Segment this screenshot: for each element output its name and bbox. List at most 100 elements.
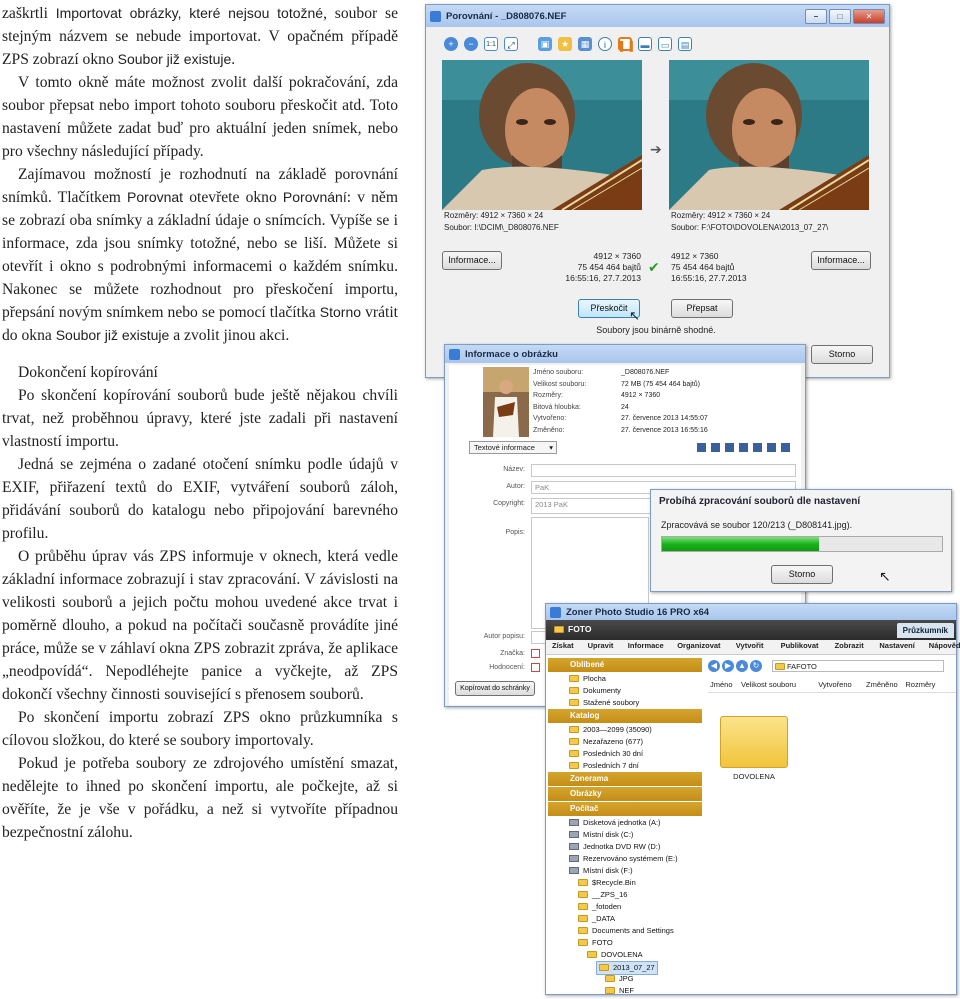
location-input[interactable]: FAFOTO: [772, 660, 944, 672]
cancel-button[interactable]: Storno: [811, 345, 873, 364]
refresh-icon[interactable]: ↻: [750, 660, 762, 672]
layout-single-icon[interactable]: ▭: [658, 37, 672, 51]
column-header[interactable]: Vytvořeno: [818, 680, 852, 689]
tree-item[interactable]: Plocha: [569, 673, 606, 685]
info-icon[interactable]: i: [598, 37, 612, 51]
layout-top-icon[interactable]: ▬: [638, 37, 652, 51]
info-button-right[interactable]: Informace...: [811, 251, 871, 270]
folder-icon[interactable]: ▦: [578, 37, 592, 51]
up-icon[interactable]: ▲: [736, 660, 748, 672]
text-run: : v něm se zobrazí oba snímky a základní…: [2, 189, 398, 321]
menu-item[interactable]: Organizovat: [677, 641, 720, 650]
menu-item[interactable]: Nastavení: [879, 641, 914, 650]
tree-item[interactable]: Posledních 7 dní: [569, 760, 639, 772]
tab-explorer[interactable]: Průzkumník: [896, 623, 954, 638]
tree-section-label: Obrázky: [570, 789, 602, 798]
tree-section[interactable]: Obrázky: [548, 787, 702, 801]
info-button-left[interactable]: Informace...: [442, 251, 502, 270]
tool-icon[interactable]: [781, 443, 790, 452]
tree-item-label: Documents and Settings: [592, 926, 674, 935]
menu-item[interactable]: Nápověda: [929, 641, 960, 650]
menu-item[interactable]: Upravit: [588, 641, 614, 650]
drive-icon: [569, 819, 579, 826]
column-header[interactable]: Jméno: [710, 680, 733, 689]
tree-item[interactable]: Nezařazeno (677): [569, 736, 643, 748]
info-dropdown[interactable]: Textové informace ▾: [469, 441, 557, 454]
fit-icon[interactable]: ⤢: [504, 37, 518, 51]
mark-checkbox[interactable]: [531, 649, 540, 658]
tree-item[interactable]: Posledních 30 dní: [569, 748, 643, 760]
overwrite-button[interactable]: Přepsat: [671, 299, 733, 318]
tool-icon[interactable]: [767, 443, 776, 452]
tree-item[interactable]: _DATA: [578, 913, 615, 925]
tree-section[interactable]: Počítač: [548, 802, 702, 816]
copy-clipboard-button[interactable]: Kopírovat do schránky: [455, 681, 535, 696]
tree-item-label: DOVOLENA: [601, 950, 643, 959]
tree-item[interactable]: Místní disk (F:): [569, 865, 633, 877]
right-photo[interactable]: [669, 60, 869, 210]
folder-thumbnail[interactable]: DOVOLENA: [716, 708, 792, 784]
tool-icon[interactable]: [725, 443, 734, 452]
menu-item[interactable]: Zobrazit: [835, 641, 864, 650]
tree-item[interactable]: Jednotka DVD RW (D:): [569, 841, 660, 853]
zoom-actual-icon[interactable]: 1:1: [484, 37, 498, 51]
back-icon[interactable]: ◀: [708, 660, 720, 672]
tree-item[interactable]: Rezervováno systémem (E:): [569, 853, 678, 865]
star-icon[interactable]: ★: [558, 37, 572, 51]
info-row-label: Rozměry:: [533, 392, 563, 399]
minimize-icon[interactable]: –: [805, 8, 827, 24]
tree-item[interactable]: DOVOLENA: [587, 949, 643, 961]
tool-icon[interactable]: [697, 443, 706, 452]
tree-item[interactable]: Documents and Settings: [578, 925, 674, 937]
tree-section-label: Katalog: [570, 711, 600, 720]
left-photo[interactable]: [442, 60, 642, 210]
close-icon[interactable]: ✕: [853, 8, 885, 24]
tree-item[interactable]: JPG: [605, 973, 634, 985]
menu-item[interactable]: Publikovat: [781, 641, 819, 650]
tree-item[interactable]: 2003—2099 (35090): [569, 724, 652, 736]
zoom-in-icon[interactable]: +: [444, 37, 458, 51]
zps-title: Zoner Photo Studio 16 PRO x64: [566, 606, 710, 618]
column-headers: Jméno Velikost souboru Vytvořeno Změněno Roz…: [708, 679, 956, 693]
tree-item-label: _DATA: [592, 914, 616, 923]
maximize-icon[interactable]: □: [829, 8, 851, 24]
tree-item[interactable]: Místní disk (C:): [569, 829, 633, 841]
name-field[interactable]: [531, 464, 796, 477]
layout-alt-icon[interactable]: ▤: [678, 37, 692, 51]
rating-checkbox[interactable]: [531, 663, 540, 672]
folder-icon: [578, 891, 588, 898]
menu-item[interactable]: Vytvořit: [736, 641, 764, 650]
menu-item[interactable]: Informace: [628, 641, 664, 650]
tree-item[interactable]: _fotoden: [578, 901, 621, 913]
folder-icon: [775, 663, 785, 670]
tree-section[interactable]: Katalog: [548, 709, 702, 723]
menu-item[interactable]: Získat: [552, 641, 574, 650]
layout-side-icon[interactable]: ▌▐: [618, 37, 633, 51]
column-header[interactable]: Rozměry: [905, 680, 935, 689]
tree-item[interactable]: Dokumenty: [569, 685, 621, 697]
tree-item[interactable]: Stažené soubory: [569, 697, 639, 709]
tool-icon[interactable]: [711, 443, 720, 452]
folder-icon: [569, 726, 579, 733]
tree-item[interactable]: $Recycle.Bin: [578, 877, 636, 889]
info-row-value: 24: [621, 403, 629, 411]
progress-cancel-button[interactable]: Storno: [771, 565, 833, 584]
tree-item[interactable]: NEF: [605, 985, 634, 994]
checkmark-icon: ✔: [648, 259, 660, 275]
image-icon[interactable]: ▣: [538, 37, 552, 51]
tree-item[interactable]: __ZPS_16: [578, 889, 627, 901]
tree-item[interactable]: Disketová jednotka (A:): [569, 817, 661, 829]
drive-icon: [569, 867, 579, 874]
tool-icon[interactable]: [753, 443, 762, 452]
forward-icon[interactable]: ▶: [722, 660, 734, 672]
portrait-photo-icon: [442, 60, 642, 210]
tree-item[interactable]: FOTO: [578, 937, 613, 949]
tree-item-label: Místní disk (F:): [583, 866, 633, 875]
column-header[interactable]: Velikost souboru: [741, 680, 796, 689]
zoom-out-icon[interactable]: −: [464, 37, 478, 51]
tree-section[interactable]: Oblíbené: [548, 658, 702, 672]
folder-icon: [605, 987, 615, 994]
tree-section[interactable]: Zonerama: [548, 772, 702, 786]
column-header[interactable]: Změněno: [866, 680, 898, 689]
tool-icon[interactable]: [739, 443, 748, 452]
